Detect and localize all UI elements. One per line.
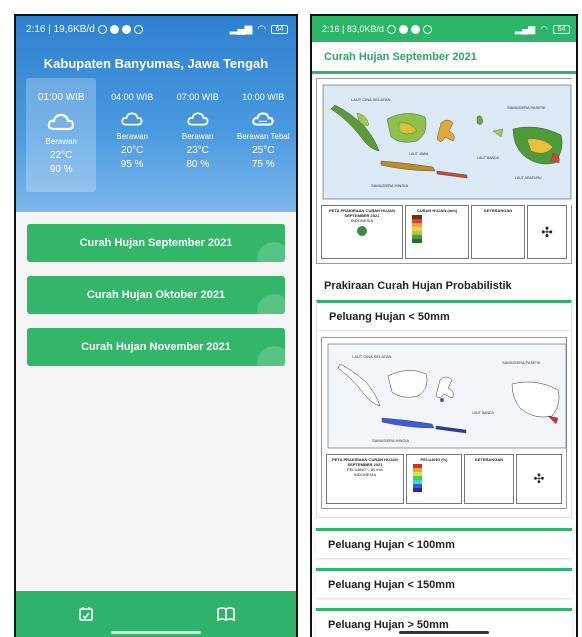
forecast-item[interactable]: 10:00 WIB Berawan Tebal 25°C 75 %: [230, 78, 296, 192]
indonesia-map: LAUT CINA SELATAN SAMUDERA PASIFIK LAUT …: [317, 79, 576, 205]
forecast-time: 10:00 WIB: [242, 92, 285, 102]
legend-scale-title: PELUANG (%): [420, 457, 448, 462]
rainfall-buttons: Curah Hujan September 2021 Curah Hujan O…: [27, 224, 285, 380]
home-indicator: [111, 631, 201, 634]
forecast-time: 07:00 WIB: [176, 92, 219, 102]
forecast-condition: Berawan: [45, 137, 77, 146]
probability-card-open[interactable]: Peluang Hujan < 50mm LAUT CINA SELATAN S…: [316, 300, 572, 518]
probability-title[interactable]: Peluang Hujan < 50mm: [317, 303, 571, 331]
wifi-icon: ◠: [257, 23, 266, 35]
alarm-icon: [386, 24, 396, 34]
forecast-time: 01:00 WIB: [37, 92, 85, 103]
home-indicator: [399, 631, 489, 634]
notification-icon: [109, 24, 119, 34]
rainfall-forecast-map[interactable]: LAUT CINA SELATAN SAMUDERA PASIFIK LAUT …: [316, 78, 576, 264]
indonesia-probability-map: LAUT CINA SELATAN SAMUDERA PASIFIK SAMUD…: [327, 343, 567, 449]
notification-icon: [398, 24, 408, 34]
forecast-item[interactable]: 01:00 WIB Berawan 22°C 90 %: [26, 78, 97, 192]
signal-icon: ▂▄▆: [514, 23, 536, 34]
wifi-icon: ◠: [540, 23, 548, 34]
home-screen: 2:16 | 19,6KB/d ▂▄▆ ◠ 64 Kabupaten Banyu…: [14, 14, 298, 637]
forecast-condition: Berawan: [116, 132, 148, 141]
legend-info-title: KETERANGAN: [483, 208, 513, 213]
forecast-time: 04:00 WIB: [111, 92, 154, 102]
legend-info-box: KETERANGAN: [464, 454, 514, 504]
forecast-humidity: 75 %: [251, 159, 275, 170]
sync-icon: [422, 24, 432, 34]
signal-icon: ▂▄▆: [229, 23, 253, 35]
legend-info-title: KETERANGAN: [474, 457, 504, 462]
forecast-temp: 23°C: [186, 145, 209, 156]
sea-label: LAUT BANDA: [477, 156, 500, 160]
cloud-heavy-icon: [252, 112, 274, 126]
october-rain-button[interactable]: Curah Hujan Oktober 2021: [27, 276, 285, 314]
compass-box: ✣: [516, 454, 562, 504]
forecast-condition: Berawan Tebal: [236, 132, 290, 141]
sea-label: LAUT CINA SELATAN: [352, 354, 391, 359]
legend-country: INDONESIA: [350, 218, 373, 223]
forecast-item[interactable]: 07:00 WIB Berawan 23°C 80 %: [165, 78, 231, 192]
legend-scale-box: CURAH HUJAN (mm): [405, 205, 469, 259]
sea-label: LAUT ARAFURU: [515, 176, 542, 180]
book-icon[interactable]: [216, 606, 235, 622]
sea-label: SAMUDERA PASIFIK: [502, 360, 541, 365]
sync-icon: [133, 24, 143, 34]
forecast-temp: 22°C: [50, 150, 73, 161]
status-bar: 2:16 | 19,6KB/d ▂▄▆ ◠ 64: [16, 16, 296, 42]
alarm-icon: [97, 24, 107, 34]
forecast-humidity: 95 %: [120, 159, 144, 170]
legend-country: INDONESIA: [353, 472, 376, 477]
hourly-forecast[interactable]: 01:00 WIB Berawan 22°C 90 % 04:00 WIB Be…: [26, 78, 296, 192]
weather-header: 2:16 | 19,6KB/d ▂▄▆ ◠ 64 Kabupaten Banyu…: [16, 16, 296, 212]
forecast-item[interactable]: 04:00 WIB Berawan 20°C 95 %: [99, 78, 165, 192]
screenshot-stage: 2:16 | 19,6KB/d ▂▄▆ ◠ 64 Kabupaten Banyu…: [0, 0, 582, 637]
forecast-condition: Berawan: [181, 132, 214, 141]
legend-title-box: PETA PRAKIRAAN CURAH HUJAN SEPTEMBER 202…: [326, 454, 404, 504]
forecast-humidity: 90 %: [49, 164, 73, 175]
cloud-icon: [187, 112, 209, 126]
compass-icon: ✣: [541, 223, 553, 240]
forecast-humidity: 80 %: [186, 159, 210, 170]
cloud-icon: [47, 113, 75, 131]
bottom-nav: [16, 591, 296, 637]
status-time: 2:16 | 83,0KB/d: [322, 24, 384, 34]
legend-scale-title: CURAH HUJAN (mm): [416, 208, 458, 213]
status-bar: 2:16 | 83,0KB/d ▂▄▆ ◠ 64: [312, 16, 576, 42]
battery-icon: 64: [271, 24, 288, 34]
sea-label: LAUT JAWA: [409, 152, 429, 156]
sea-label: SAMUDERA PASIFIK: [507, 105, 546, 110]
page-title: Curah Hujan September 2021: [312, 42, 576, 74]
cloud-icon: [121, 112, 143, 126]
legend-title-box: PETA PRAKIRAAN CURAH HUJAN SEPTEMBER 202…: [321, 205, 403, 259]
battery-icon: 64: [553, 24, 570, 34]
section-title: Prakiraan Curah Hujan Probabilistik: [324, 280, 512, 292]
notification-icon: [410, 24, 420, 34]
legend-scale-box: PELUANG (%): [406, 454, 462, 504]
sea-label: SAMUDERA HINDIA: [371, 183, 408, 188]
probability-item[interactable]: Peluang Hujan < 100mm: [316, 528, 572, 558]
bmkg-logo-icon: [357, 226, 367, 236]
status-time: 2:16 | 19,6KB/d: [26, 23, 95, 35]
calendar-icon[interactable]: [78, 606, 94, 622]
legend-info-box: KETERANGAN: [471, 205, 525, 259]
probability-legend: PETA PRAKIRAAN CURAH HUJAN SEPTEMBER 202…: [326, 454, 562, 504]
probability-item[interactable]: Peluang Hujan < 150mm: [316, 568, 572, 598]
sea-label: LAUT CINA SELATAN: [351, 97, 390, 102]
sea-label: SAMUDERA HINDIA: [372, 438, 409, 443]
forecast-temp: 20°C: [121, 145, 144, 156]
probability-map[interactable]: LAUT CINA SELATAN SAMUDERA PASIFIK SAMUD…: [321, 337, 567, 509]
september-rain-button[interactable]: Curah Hujan September 2021: [27, 224, 285, 262]
sea-label: LAUT BANDA: [472, 411, 495, 415]
compass-icon: ✣: [533, 471, 545, 486]
rainfall-detail-screen: 2:16 | 83,0KB/d ▂▄▆ ◠ 64 Curah Hujan Sep…: [310, 14, 578, 637]
location-title: Kabupaten Banyumas, Jawa Tengah: [43, 56, 269, 71]
compass-box: ✣: [527, 205, 567, 259]
notification-icon: [121, 24, 131, 34]
map-legend: PETA PRAKIRAAN CURAH HUJAN SEPTEMBER 202…: [321, 205, 567, 259]
forecast-temp: 25°C: [252, 145, 275, 156]
november-rain-button[interactable]: Curah Hujan November 2021: [27, 328, 285, 366]
